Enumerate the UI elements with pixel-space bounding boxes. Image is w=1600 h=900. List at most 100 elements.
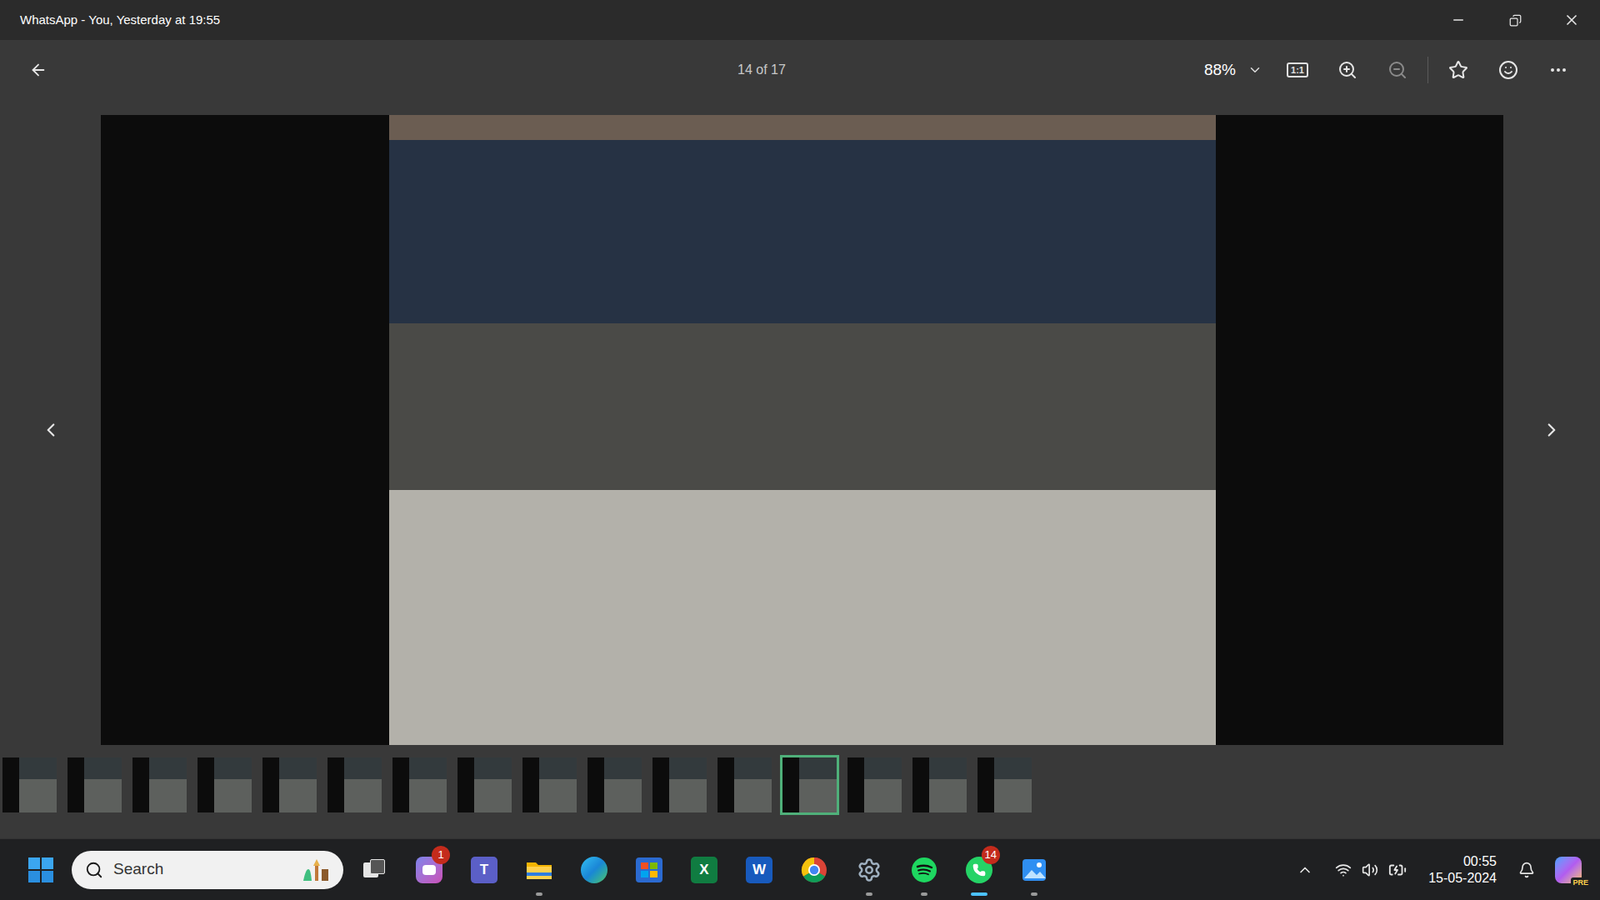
taskbar-app[interactable] [351, 842, 397, 898]
edge-icon [580, 856, 608, 884]
taskbar-app[interactable] [516, 842, 562, 898]
close-icon [1563, 11, 1580, 29]
zoom-out-icon [1387, 60, 1408, 80]
filmstrip [0, 745, 1600, 815]
close-button[interactable] [1543, 0, 1600, 40]
filmstrip-thumbnail[interactable] [520, 755, 580, 815]
actual-size-button[interactable]: 1:1 [1277, 53, 1318, 87]
notifications-button[interactable] [1511, 853, 1542, 887]
bell-icon [1518, 861, 1535, 879]
settings-icon [855, 856, 883, 884]
taskview-icon [361, 857, 387, 883]
filmstrip-thumbnail[interactable] [195, 755, 255, 815]
notification-badge: 1 [431, 845, 450, 865]
word-icon: W [745, 856, 773, 884]
taskbar-app[interactable] [571, 842, 617, 898]
taskbar-app[interactable] [791, 842, 837, 898]
chevron-down-icon [1247, 62, 1263, 78]
restore-icon [1509, 14, 1522, 27]
back-button[interactable] [26, 58, 50, 82]
title-bar: WhatsApp - You, Yesterday at 19:55 [0, 0, 1600, 40]
more-icon [1548, 60, 1569, 80]
filmstrip-thumbnail[interactable] [910, 755, 970, 815]
running-indicator [535, 892, 543, 896]
taskbar-app[interactable]: W [736, 842, 782, 898]
taskbar-app[interactable] [846, 842, 892, 898]
spotify-icon [910, 856, 938, 884]
smiley-icon [1498, 60, 1519, 80]
copilot-button[interactable]: PRE [1550, 851, 1587, 889]
image-counter: 14 of 17 [731, 60, 792, 80]
copilot-badge: PRE [1570, 877, 1590, 888]
taskbar-app[interactable] [1011, 842, 1057, 898]
running-indicator [1030, 892, 1038, 896]
taskbar-app[interactable]: 14 [956, 842, 1002, 898]
filmstrip-thumbnail[interactable] [455, 755, 515, 815]
filmstrip-thumbnail[interactable] [390, 755, 450, 815]
show-hidden-icons-button[interactable] [1290, 853, 1320, 887]
wifi-icon [1335, 861, 1352, 879]
filmstrip-thumbnail[interactable] [715, 755, 775, 815]
search-highlight-icon [298, 857, 332, 883]
search-box[interactable]: Search [71, 850, 344, 890]
window-title: WhatsApp - You, Yesterday at 19:55 [0, 10, 1430, 30]
filmstrip-thumbnail[interactable] [0, 755, 60, 815]
taskbar-app[interactable]: T [461, 842, 507, 898]
quick-settings-button[interactable] [1328, 853, 1414, 887]
filmstrip-thumbnail[interactable] [260, 755, 320, 815]
excel-icon: X [690, 856, 718, 884]
volume-icon [1361, 861, 1379, 879]
explorer-icon [525, 857, 554, 883]
viewer [0, 100, 1600, 839]
filmstrip-thumbnail[interactable] [325, 755, 385, 815]
chevron-right-icon [1540, 419, 1563, 441]
zoom-in-button[interactable] [1327, 53, 1368, 87]
minimize-icon [1450, 12, 1466, 28]
taskbar-app[interactable]: 1 [406, 842, 452, 898]
chevron-up-icon [1296, 861, 1314, 879]
zoom-dropdown[interactable]: 88% [1199, 53, 1268, 87]
chevron-left-icon [40, 419, 62, 441]
star-icon [1448, 60, 1469, 80]
store-icon [635, 857, 663, 883]
running-indicator [970, 892, 988, 896]
favorite-button[interactable] [1438, 53, 1479, 87]
windows-logo-icon [27, 856, 55, 884]
toolbar: 14 of 17 88% 1:1 [0, 40, 1600, 100]
taskbar-app[interactable] [626, 842, 672, 898]
running-indicator [865, 892, 873, 896]
next-button[interactable] [1535, 413, 1569, 447]
zoom-out-button[interactable] [1377, 53, 1418, 87]
filmstrip-thumbnail[interactable] [650, 755, 710, 815]
filmstrip-thumbnail[interactable] [585, 755, 645, 815]
filmstrip-thumbnail[interactable] [975, 755, 1035, 815]
photos-icon [1020, 856, 1048, 884]
filmstrip-thumbnail[interactable] [780, 755, 840, 815]
toolbar-divider [1427, 56, 1429, 84]
more-button[interactable] [1538, 53, 1579, 87]
back-arrow-icon [29, 60, 48, 80]
battery-icon [1388, 860, 1407, 880]
notification-badge: 14 [981, 845, 1000, 865]
photo-frame [389, 115, 1216, 745]
chrome-icon [800, 856, 828, 884]
running-indicator [920, 892, 928, 896]
clock[interactable]: 00:5515-05-2024 [1421, 853, 1504, 887]
react-button[interactable] [1488, 53, 1529, 87]
teams-icon: T [470, 856, 498, 884]
restore-button[interactable] [1486, 0, 1544, 40]
filmstrip-thumbnail[interactable] [130, 755, 190, 815]
filmstrip-thumbnail[interactable] [65, 755, 125, 815]
zoom-in-icon [1337, 60, 1358, 80]
desktop: WhatsApp - You, Yesterday at 19:55 14 of … [0, 0, 1600, 900]
taskbar: Search 1T XW 14 00:5515-05-2024 PRE [0, 838, 1600, 900]
filmstrip-thumbnail[interactable] [845, 755, 905, 815]
minimize-button[interactable] [1430, 0, 1487, 40]
taskbar-app[interactable]: X [681, 842, 727, 898]
taskbar-app[interactable] [901, 842, 947, 898]
start-button[interactable] [23, 852, 59, 888]
system-tray: 00:5515-05-2024 PRE [1290, 851, 1600, 889]
previous-button[interactable] [34, 413, 68, 447]
search-icon [85, 860, 104, 880]
photo [100, 115, 1504, 745]
